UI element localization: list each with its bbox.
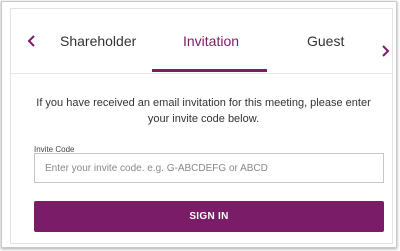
active-tab-indicator <box>152 69 267 72</box>
sign-in-button[interactable]: SIGN IN <box>34 201 384 232</box>
tab-bar: Shareholder Invitation Guest <box>11 9 392 74</box>
tab-shareholder[interactable]: Shareholder <box>60 33 136 49</box>
login-card: Shareholder Invitation Guest If you have… <box>10 8 393 244</box>
invitation-instructions: If you have received an email invitation… <box>36 97 371 125</box>
login-card-frame: Shareholder Invitation Guest If you have… <box>1 1 397 248</box>
tab-guest[interactable]: Guest <box>307 33 344 49</box>
chevron-left-icon[interactable] <box>27 35 36 47</box>
tab-invitation[interactable]: Invitation <box>183 33 239 49</box>
chevron-right-icon[interactable] <box>381 45 390 57</box>
invite-code-input[interactable] <box>34 153 384 183</box>
